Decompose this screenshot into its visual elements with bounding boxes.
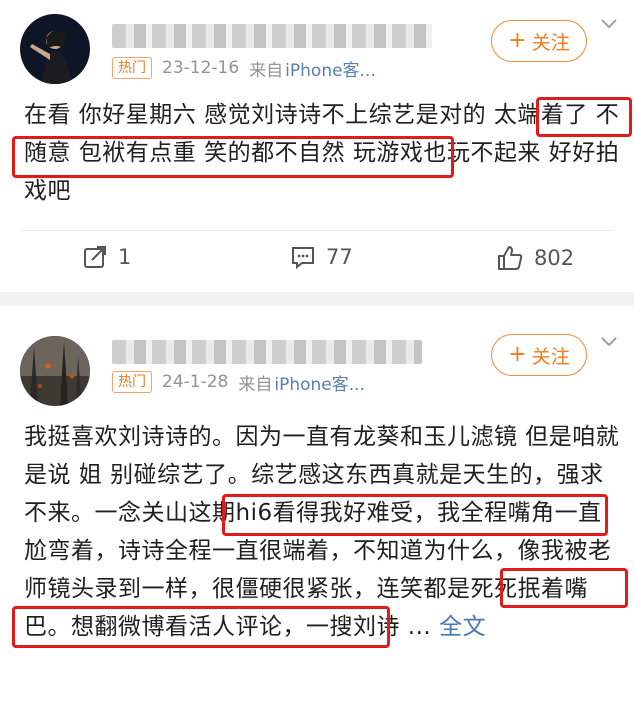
like-count: 802 bbox=[534, 246, 575, 270]
divider bbox=[22, 230, 612, 231]
follow-button[interactable]: + 关注 bbox=[491, 20, 587, 62]
username-blurred[interactable] bbox=[112, 24, 432, 48]
repost-button[interactable]: 1 bbox=[82, 244, 131, 270]
follow-label: 关注 bbox=[531, 345, 570, 368]
highlight-box bbox=[12, 606, 390, 648]
post-card: 热门 24-1-28 来自 iPhone客... + 关注 我挺喜欢刘诗诗的。因… bbox=[0, 306, 634, 702]
post-separator bbox=[0, 292, 634, 306]
highlight-box bbox=[12, 136, 454, 178]
follow-label: 关注 bbox=[531, 31, 570, 54]
chevron-down-icon[interactable] bbox=[600, 18, 618, 30]
highlight-box bbox=[536, 97, 632, 137]
avatar[interactable] bbox=[20, 336, 90, 406]
like-icon bbox=[498, 246, 523, 270]
like-button[interactable]: 802 bbox=[496, 244, 574, 272]
hot-badge: 热门 bbox=[112, 371, 152, 393]
avatar[interactable] bbox=[20, 14, 90, 84]
post-time: 24-1-28 bbox=[162, 372, 229, 392]
post-time: 23-12-16 bbox=[162, 58, 240, 78]
plus-icon: + bbox=[508, 28, 527, 53]
post-meta: 热门 24-1-28 来自 iPhone客... bbox=[112, 370, 365, 395]
follow-button[interactable]: + 关注 bbox=[491, 334, 587, 376]
comment-icon bbox=[292, 247, 314, 270]
username-blurred[interactable] bbox=[112, 340, 422, 364]
source-prefix: 来自 bbox=[249, 60, 284, 81]
source-device[interactable]: iPhone客... bbox=[274, 370, 365, 395]
comment-count: 77 bbox=[326, 245, 353, 269]
repost-count: 1 bbox=[118, 245, 132, 269]
chevron-down-icon[interactable] bbox=[600, 336, 618, 348]
expand-full-text-link[interactable]: 全文 bbox=[439, 614, 486, 640]
plus-icon: + bbox=[508, 342, 527, 367]
post-meta: 热门 23-12-16 来自 iPhone客... bbox=[112, 56, 376, 81]
highlight-box bbox=[500, 568, 628, 608]
source-device[interactable]: iPhone客... bbox=[285, 56, 376, 81]
hot-badge: 热门 bbox=[112, 57, 152, 79]
highlight-box bbox=[222, 494, 608, 536]
repost-icon bbox=[84, 246, 106, 268]
source-prefix: 来自 bbox=[238, 374, 273, 395]
comment-button[interactable]: 77 bbox=[290, 244, 353, 270]
post-card: 热门 23-12-16 来自 iPhone客... + 关注 在看 你好星期六 … bbox=[0, 0, 634, 292]
